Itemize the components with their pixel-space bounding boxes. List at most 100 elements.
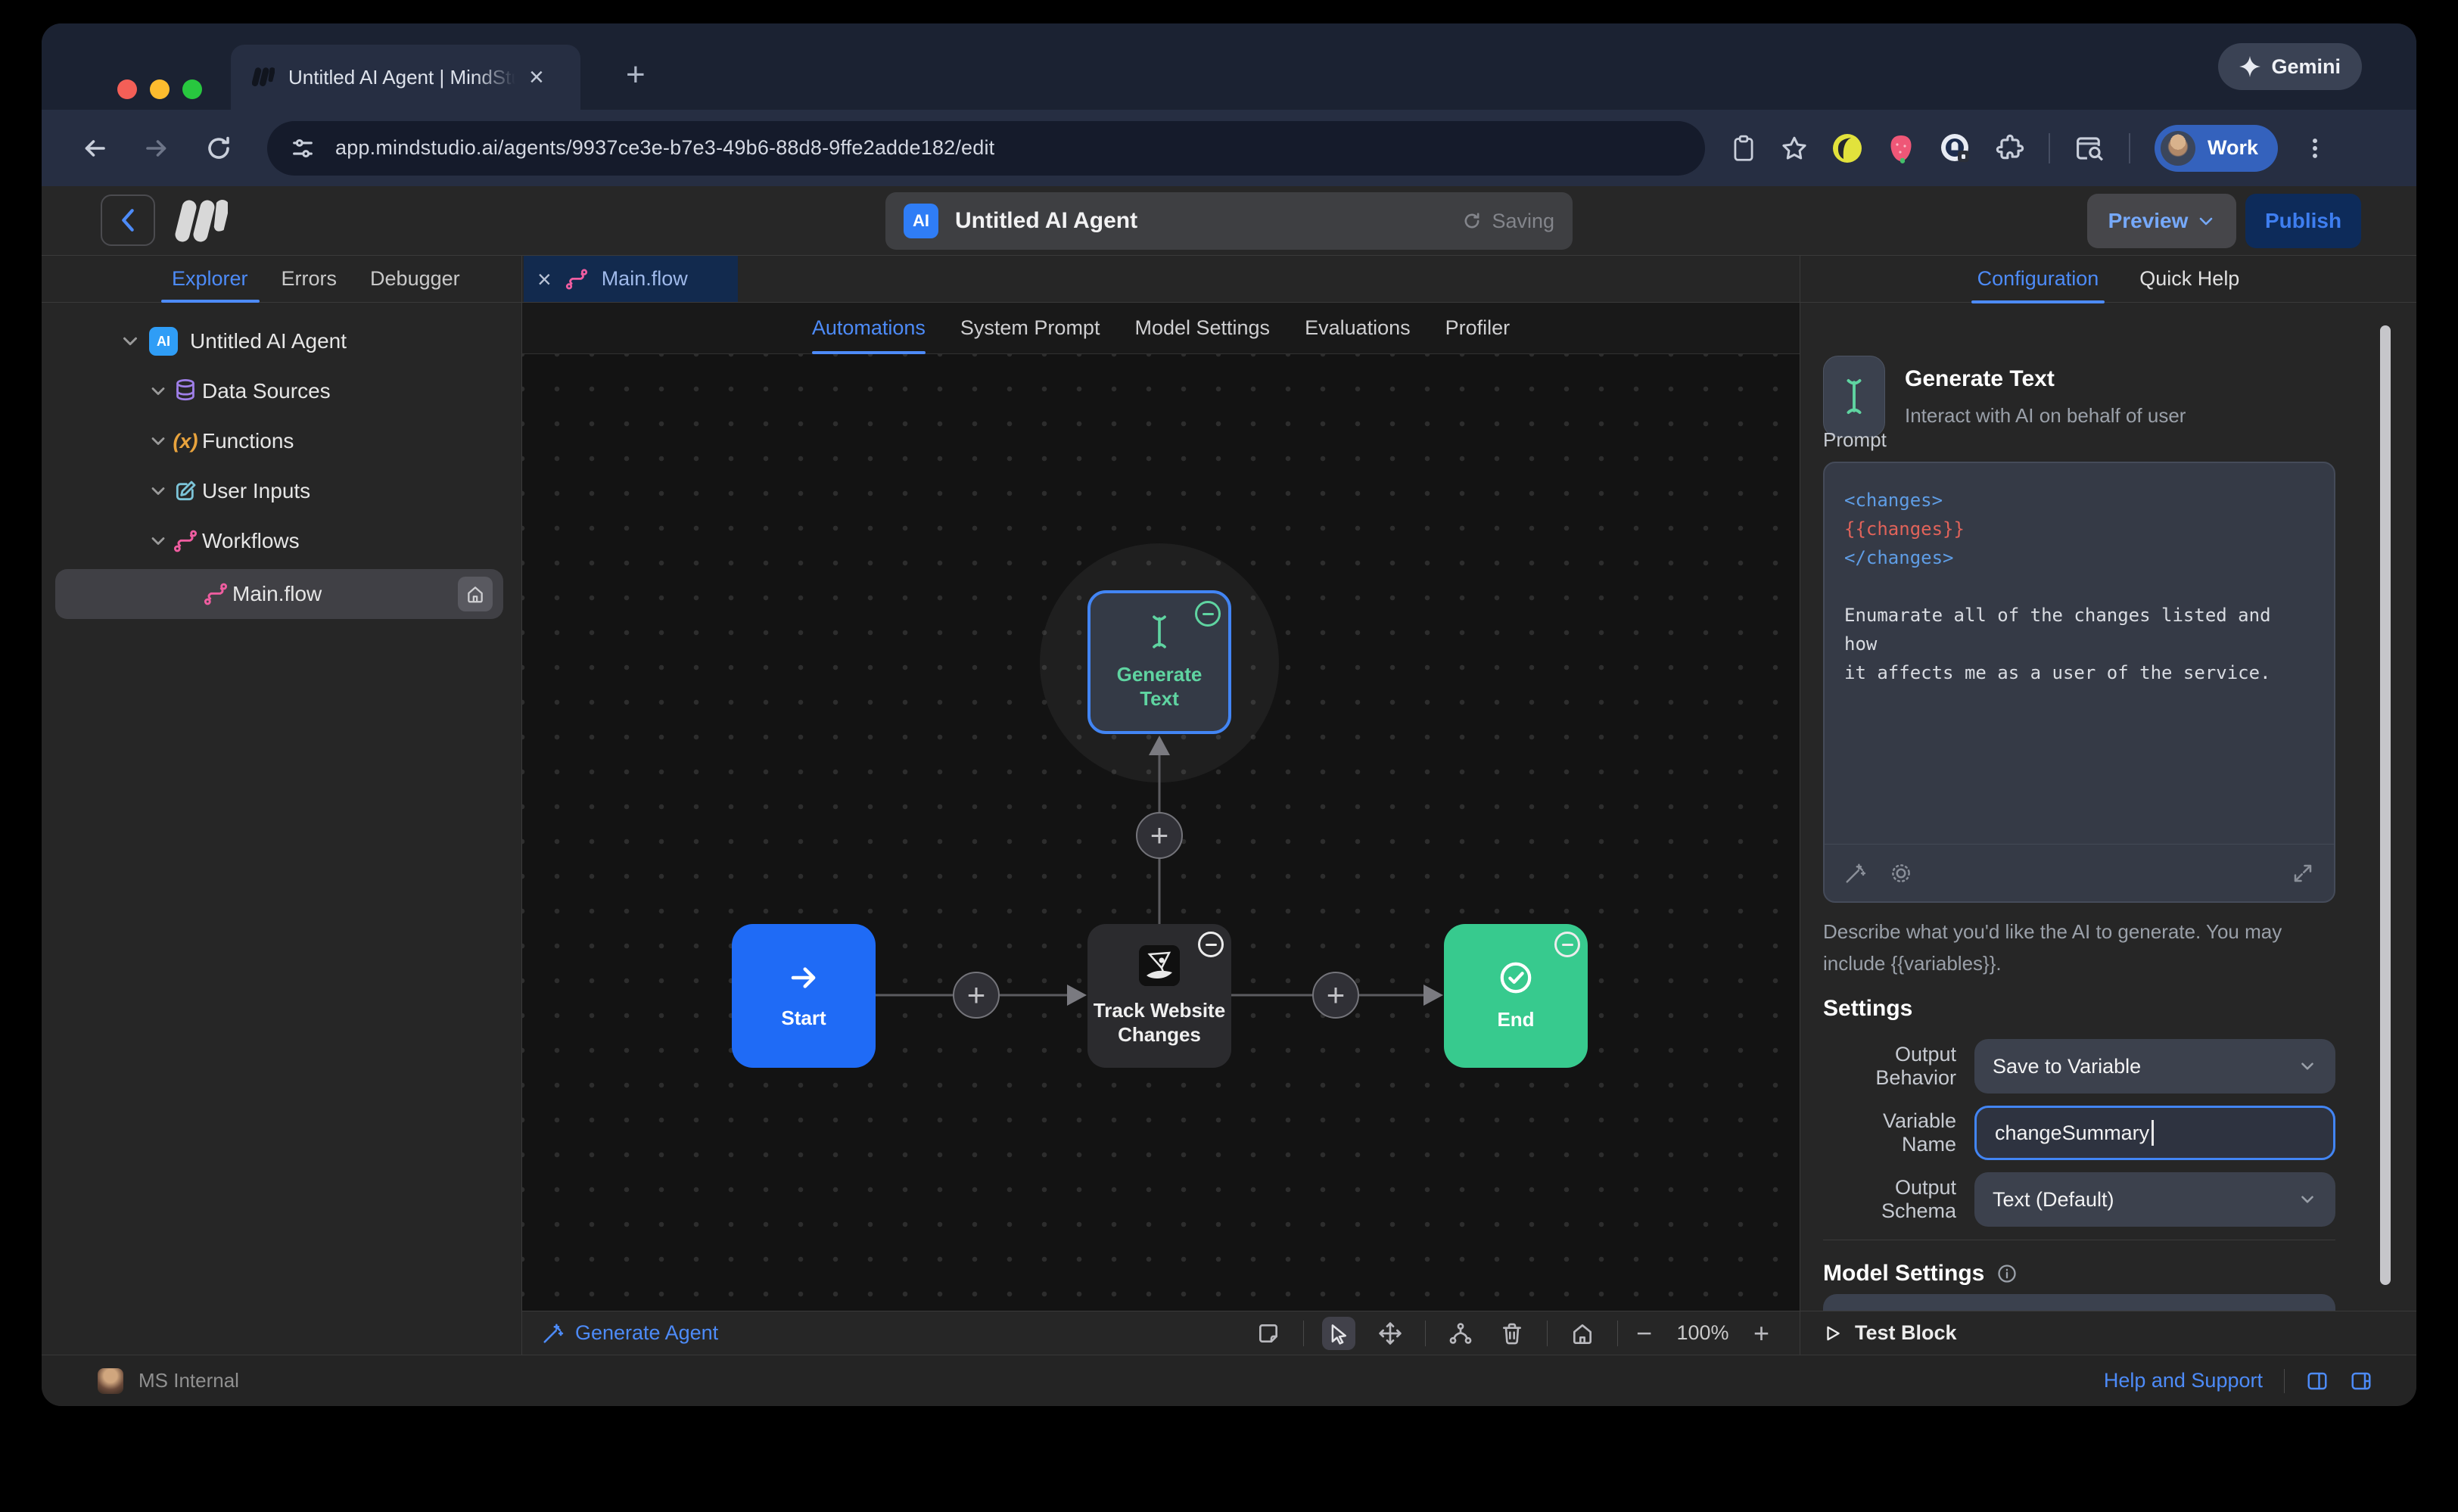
app-back-button[interactable]	[101, 194, 155, 246]
zoom-in-button[interactable]: +	[1753, 1319, 1769, 1347]
panel-right-icon[interactable]	[2350, 1370, 2372, 1392]
tree-item-user-inputs[interactable]: User Inputs	[42, 466, 521, 516]
close-tab-icon[interactable]: ×	[529, 64, 544, 90]
editor-tab-main-flow[interactable]: × Main.flow	[524, 256, 738, 302]
tree-item-root[interactable]: AI Untitled AI Agent	[42, 316, 521, 366]
close-icon[interactable]: ×	[537, 267, 552, 291]
publish-button[interactable]: Publish	[2245, 194, 2361, 248]
url-text[interactable]: app.mindstudio.ai/agents/9937ce3e-b7e3-4…	[335, 136, 994, 160]
preview-button[interactable]: Preview	[2087, 194, 2236, 248]
tab-evaluations[interactable]: Evaluations	[1305, 303, 1411, 353]
site-info-icon	[290, 135, 316, 161]
profile-avatar	[2161, 130, 2195, 166]
node-generate-text[interactable]: Generate Text	[1087, 590, 1231, 734]
gemini-button[interactable]: Gemini	[2218, 43, 2362, 90]
expand-icon[interactable]	[2292, 862, 2314, 885]
tab-debugger[interactable]: Debugger	[370, 267, 460, 291]
extension-strawberry-icon[interactable]	[1887, 132, 1915, 164]
node-start[interactable]: Start	[732, 924, 876, 1068]
clipboard-icon[interactable]	[1731, 135, 1756, 162]
prompt-editor[interactable]: <changes> {{changes}} </changes> Enumara…	[1823, 462, 2335, 903]
explorer-sidebar: Explorer Errors Debugger AI Untitled AI …	[42, 256, 522, 1355]
agent-title-bar[interactable]: AI Untitled AI Agent Saving	[885, 192, 1573, 250]
tab-model-settings[interactable]: Model Settings	[1134, 303, 1270, 353]
output-behavior-select[interactable]: Save to Variable	[1974, 1039, 2335, 1094]
add-block-button[interactable]: +	[1136, 812, 1183, 859]
tree-item-main-flow[interactable]: Main.flow	[55, 569, 503, 619]
chevron-down-icon[interactable]	[119, 330, 142, 353]
tree-item-label: Untitled AI Agent	[190, 329, 347, 353]
browser-tab[interactable]: Untitled AI Agent | MindStudio ×	[231, 45, 580, 110]
agent-title[interactable]: Untitled AI Agent	[955, 208, 1445, 234]
output-schema-select[interactable]: Text (Default)	[1974, 1172, 2335, 1227]
workflow-nav-tabs: Automations System Prompt Model Settings…	[522, 303, 1800, 354]
info-icon[interactable]	[1996, 1263, 2018, 1284]
new-tab-button[interactable]: +	[626, 58, 646, 92]
node-end[interactable]: End	[1444, 924, 1588, 1068]
trash-icon[interactable]	[1495, 1317, 1529, 1350]
variable-name-input[interactable]: changeSummary	[1974, 1106, 2335, 1160]
tab-system-prompt[interactable]: System Prompt	[960, 303, 1100, 353]
tab-errors[interactable]: Errors	[282, 267, 338, 291]
wand-icon[interactable]	[1844, 862, 1867, 885]
close-window-button[interactable]	[117, 79, 137, 99]
flow-canvas[interactable]: Generate Text Start Track Website Change…	[522, 354, 1800, 1311]
collapse-node-icon[interactable]	[1195, 601, 1221, 627]
generate-agent-button[interactable]: Generate Agent	[542, 1321, 718, 1345]
chevron-down-icon[interactable]	[148, 431, 169, 452]
node-label: End	[1497, 1007, 1535, 1031]
collapse-node-icon[interactable]	[1198, 932, 1224, 957]
workspace-name: MS Internal	[138, 1369, 239, 1392]
workflow-icon	[169, 529, 202, 553]
select-tool-icon[interactable]	[1321, 1316, 1355, 1350]
branch-tool-icon[interactable]	[1444, 1317, 1477, 1350]
add-block-button[interactable]: +	[1312, 972, 1359, 1019]
test-block-bar[interactable]: Test Block	[1800, 1311, 2416, 1355]
chevron-down-icon[interactable]	[148, 481, 169, 502]
help-and-support-link[interactable]: Help and Support	[2104, 1369, 2263, 1392]
minimize-window-button[interactable]	[150, 79, 170, 99]
toolbar-divider	[1424, 1320, 1426, 1346]
tab-profiler[interactable]: Profiler	[1445, 303, 1511, 353]
panel-left-icon[interactable]	[2306, 1370, 2329, 1392]
home-tool-icon[interactable]	[1566, 1317, 1599, 1350]
app-header: AI Untitled AI Agent Saving Preview Publ…	[42, 186, 2416, 256]
zoom-out-button[interactable]: −	[1636, 1319, 1652, 1347]
address-bar[interactable]: app.mindstudio.ai/agents/9937ce3e-b7e3-4…	[267, 120, 1705, 176]
home-icon[interactable]	[458, 577, 493, 611]
maximize-window-button[interactable]	[182, 79, 202, 99]
extensions-puzzle-icon[interactable]	[1996, 134, 2024, 163]
tree-item-data-sources[interactable]: Data Sources	[42, 366, 521, 416]
move-tool-icon[interactable]	[1374, 1317, 1407, 1350]
mindstudio-logo	[175, 198, 228, 244]
collapse-node-icon[interactable]	[1554, 932, 1580, 957]
sticky-note-tool-icon[interactable]	[1252, 1317, 1285, 1350]
field-label: Variable Name	[1882, 1109, 1956, 1156]
block-subtitle: Interact with AI on behalf of user	[1905, 404, 2186, 427]
enhance-icon[interactable]	[1890, 862, 1912, 885]
tab-explorer[interactable]: Explorer	[172, 267, 248, 291]
back-icon[interactable]	[81, 135, 108, 162]
tree-item-workflows[interactable]: Workflows	[42, 516, 521, 566]
start-arrow-icon	[788, 962, 820, 994]
browser-menu-icon[interactable]	[2302, 135, 2328, 161]
tab-automations[interactable]: Automations	[811, 303, 926, 354]
tree-item-functions[interactable]: (x) Functions	[42, 416, 521, 466]
bookmark-star-icon[interactable]	[1781, 135, 1808, 162]
active-tab-underline	[161, 300, 260, 303]
tab-configuration[interactable]: Configuration	[1971, 267, 2105, 303]
tab-quick-help[interactable]: Quick Help	[2139, 267, 2239, 291]
reload-icon[interactable]	[205, 135, 232, 162]
tab-search-icon[interactable]	[2074, 134, 2105, 163]
extension-onepassword-icon[interactable]	[1940, 132, 1971, 164]
forward-icon[interactable]	[143, 135, 170, 162]
chevron-down-icon[interactable]	[148, 381, 169, 402]
node-track-website-changes[interactable]: Track Website Changes	[1087, 924, 1231, 1068]
inspector-scrollbar[interactable]	[2380, 325, 2391, 1285]
workspace-avatar	[98, 1367, 123, 1394]
add-block-button[interactable]: +	[953, 972, 1000, 1019]
browser-profile-button[interactable]: Work	[2155, 124, 2279, 172]
browser-toolbar: app.mindstudio.ai/agents/9937ce3e-b7e3-4…	[42, 110, 2416, 186]
extension-yellow-icon[interactable]	[1832, 133, 1862, 163]
chevron-down-icon[interactable]	[148, 530, 169, 552]
